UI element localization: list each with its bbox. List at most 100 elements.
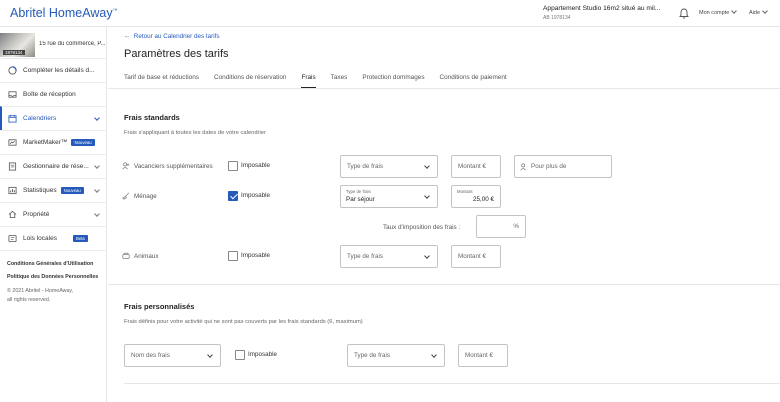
select-placeholder: Type de frais: [354, 352, 391, 359]
inbox-icon: [8, 91, 17, 98]
tab-fees[interactable]: Frais: [301, 74, 316, 88]
taxable-label: Imposable: [248, 351, 278, 358]
custom-fee-taxable-checkbox[interactable]: [235, 350, 245, 360]
calendar-icon: [8, 114, 17, 123]
extra-guests-threshold-input[interactable]: Pour plus de: [514, 155, 612, 178]
property-title[interactable]: Appartement Studio 16m2 situé au mil...: [543, 5, 660, 12]
custom-fees-desc: Frais définis pour votre activité qui ne…: [124, 319, 363, 325]
abritel-logo[interactable]: Abritel HomeAway™: [10, 6, 118, 20]
custom-fee-name-select[interactable]: Nom des frais: [124, 344, 221, 367]
beta-badge: Beta: [72, 235, 88, 242]
page-title: Paramètres des tarifs: [124, 48, 229, 60]
sidebar-item-label: Compléter les détails d...: [23, 67, 95, 74]
taxable-label: Imposable: [241, 192, 271, 199]
copyright-line-2: all rights reserved.: [7, 297, 51, 303]
property-card[interactable]: 1978134 15 rue du commerce, P...: [0, 31, 107, 57]
top-bar: Abritel HomeAway™ Appartement Studio 16m…: [0, 0, 780, 27]
select-value: Par séjour: [346, 196, 375, 203]
sidebar-item-label: Gestionnaire de rése...: [23, 163, 89, 170]
tab-bar: Tarif de base et réductions Conditions d…: [124, 74, 522, 88]
select-placeholder: Type de frais: [347, 163, 384, 170]
pets-amount-input[interactable]: Montant €: [451, 245, 501, 268]
tax-rate-input[interactable]: %: [476, 215, 526, 238]
select-placeholder: Nom des frais: [131, 352, 170, 359]
extra-guests-fee-type-select[interactable]: Type de frais: [340, 155, 438, 178]
extra-guests-taxable-checkbox[interactable]: [228, 161, 238, 171]
sidebar-item-completer[interactable]: Compléter les détails d...: [0, 58, 107, 82]
percent-suffix: %: [513, 223, 519, 230]
chevron-down-icon: [94, 115, 100, 121]
input-placeholder: Montant €: [458, 163, 487, 170]
terms-link[interactable]: Conditions Générales d'Utilisation: [7, 261, 105, 267]
chevron-down-icon: [94, 163, 100, 169]
main-content: ← Retour au Calendrier des tarifs Paramè…: [108, 27, 780, 402]
chevron-down-icon: [424, 163, 430, 169]
sidebar-item-inbox[interactable]: Boîte de réception: [0, 82, 107, 106]
person-plus-icon: [122, 162, 130, 170]
bell-icon[interactable]: [679, 8, 689, 19]
taxable-label: Imposable: [241, 252, 271, 259]
property-id-badge: 1978134: [3, 50, 25, 55]
cleaning-taxable-checkbox[interactable]: [228, 191, 238, 201]
standard-fees-desc: Frais s'appliquant à toutes les dates de…: [124, 130, 266, 136]
back-link[interactable]: ← Retour au Calendrier des tarifs: [124, 33, 220, 40]
chevron-down-icon: [207, 352, 213, 358]
property-icon: [8, 210, 17, 219]
standard-fees-title: Frais standards: [124, 113, 180, 122]
new-badge: Nouveau: [71, 139, 95, 146]
property-address: 15 rue du commerce, P...: [39, 41, 106, 47]
sidebar-item-statistics[interactable]: Statistiques Nouveau: [0, 178, 107, 202]
pets-taxable-checkbox[interactable]: [228, 251, 238, 261]
chevron-down-icon: [431, 352, 437, 358]
tab-damage-protection[interactable]: Protection dommages: [362, 74, 424, 88]
copyright-line-1: © 2021 Abritel - HomeAway,: [7, 288, 74, 294]
custom-fee-type-select[interactable]: Type de frais: [347, 344, 445, 367]
input-placeholder: Montant €: [465, 352, 494, 359]
row-label-text: Ménage: [134, 192, 157, 200]
help-menu[interactable]: Aide: [749, 8, 768, 16]
row-label-text: Animaux: [134, 252, 159, 260]
cleaning-fee-type-select[interactable]: Type de frais Par séjour: [340, 185, 438, 208]
sidebar-item-calendars[interactable]: Calendriers: [0, 106, 107, 130]
tab-base-rate[interactable]: Tarif de base et réductions: [124, 74, 199, 88]
marketmaker-icon: [8, 139, 17, 146]
sidebar-item-property[interactable]: Propriété: [0, 202, 107, 226]
pets-label: Animaux: [122, 252, 159, 260]
input-label: Montant: [457, 189, 473, 194]
account-menu[interactable]: Mon compte: [699, 8, 738, 16]
chevron-down-icon: [731, 8, 738, 14]
sidebar-item-label: Boîte de réception: [23, 91, 76, 98]
chevron-down-icon: [424, 253, 430, 259]
sidebar-item-label: MarketMaker™: [23, 139, 68, 146]
cleaning-amount-input[interactable]: Montant 25,00 €: [451, 185, 501, 208]
pet-icon: [122, 252, 130, 259]
tab-payment-conditions[interactable]: Conditions de paiement: [440, 74, 507, 88]
chevron-down-icon: [94, 187, 100, 193]
tabs-divider: [108, 88, 780, 89]
chevron-down-icon: [424, 193, 430, 199]
sidebar-item-reservation-manager[interactable]: Gestionnaire de rése...: [0, 154, 107, 178]
pets-fee-type-select[interactable]: Type de frais: [340, 245, 438, 268]
privacy-link[interactable]: Politique des Données Personnelles: [7, 274, 105, 280]
custom-fee-amount-input[interactable]: Montant €: [458, 344, 508, 367]
tax-rate-label: Taux d'imposition des frais :: [383, 224, 461, 231]
sidebar-item-label: Calendriers: [23, 115, 57, 122]
nav-divider: [0, 250, 107, 251]
extra-guests-label: Vacanciers supplémentaires: [122, 162, 213, 170]
tab-booking-conditions[interactable]: Conditions de réservation: [214, 74, 286, 88]
sidebar-item-label: Lois locales: [23, 235, 57, 242]
select-placeholder: Type de frais: [347, 253, 384, 260]
chart-icon: [8, 186, 17, 195]
reservation-manager-icon: [8, 162, 17, 171]
row-label-text: Vacanciers supplémentaires: [134, 162, 213, 170]
extra-guests-amount-input[interactable]: Montant €: [451, 155, 501, 178]
taxable-label: Imposable: [241, 162, 271, 169]
progress-icon: [8, 66, 17, 75]
property-id: AB 1978134: [543, 15, 571, 21]
sidebar-item-marketmaker[interactable]: MarketMaker™ Nouveau: [0, 130, 107, 154]
tab-taxes[interactable]: Taxes: [331, 74, 348, 88]
broom-icon: [122, 192, 130, 200]
sidebar-item-local-laws[interactable]: Lois locales Beta: [0, 226, 107, 250]
sidebar-footer: Conditions Générales d'Utilisation Polit…: [7, 261, 105, 305]
chevron-down-icon: [762, 8, 768, 14]
